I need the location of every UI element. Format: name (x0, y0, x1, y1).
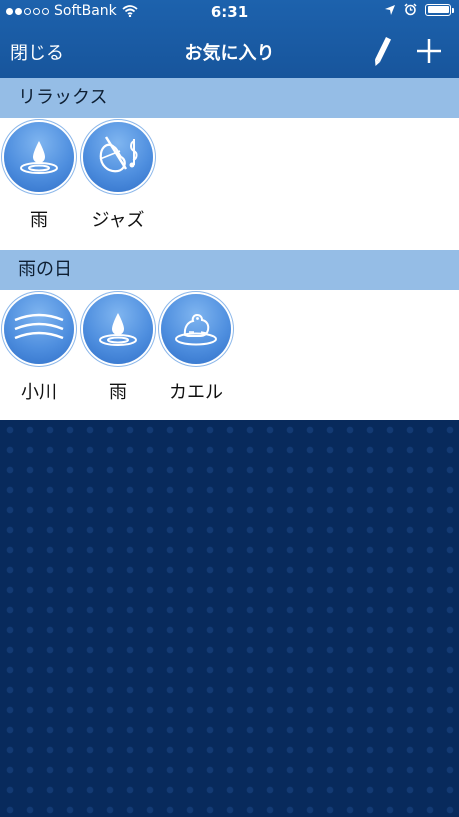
edit-button[interactable] (368, 34, 394, 68)
favorite-item-rain[interactable]: 雨 (3, 122, 75, 232)
status-right (384, 3, 454, 16)
alarm-icon (404, 3, 417, 16)
favorite-item-rain-2[interactable]: 雨 (82, 294, 154, 404)
rain-drop-icon (20, 141, 58, 174)
rain-drop-icon (99, 313, 137, 346)
item-icon-circle (4, 122, 74, 192)
add-button[interactable] (414, 36, 444, 66)
favorite-item-stream[interactable]: 小川 (3, 294, 75, 404)
location-arrow-icon (385, 4, 395, 15)
section-header-relax: リラックス (0, 78, 459, 118)
pencil-icon (375, 37, 391, 66)
section-body-rainy-day: 小川 雨 カエル (0, 290, 459, 420)
waves-icon (14, 313, 64, 340)
close-button[interactable]: 閉じる (10, 39, 64, 65)
section-header-rainy-day: 雨の日 (0, 250, 459, 290)
battery-level (427, 6, 449, 13)
cello-icon (99, 136, 138, 173)
status-bar: SoftBank 6:31 (0, 0, 459, 24)
frog-icon (175, 313, 217, 346)
item-label: ジャズ (91, 210, 145, 231)
battery-icon (425, 3, 454, 16)
item-icon-circle (83, 294, 153, 364)
navigation-bar: 閉じる お気に入り (0, 24, 459, 78)
favorite-item-frog[interactable]: カエル (160, 294, 232, 404)
item-icon-circle (83, 122, 153, 192)
plus-icon (417, 39, 441, 63)
item-icon-circle (161, 294, 231, 364)
item-label: カエル (169, 382, 223, 403)
item-icon-circle (4, 294, 74, 364)
section-body-relax: 雨 ジャズ (0, 118, 459, 250)
favorite-item-jazz[interactable]: ジャズ (82, 122, 154, 232)
